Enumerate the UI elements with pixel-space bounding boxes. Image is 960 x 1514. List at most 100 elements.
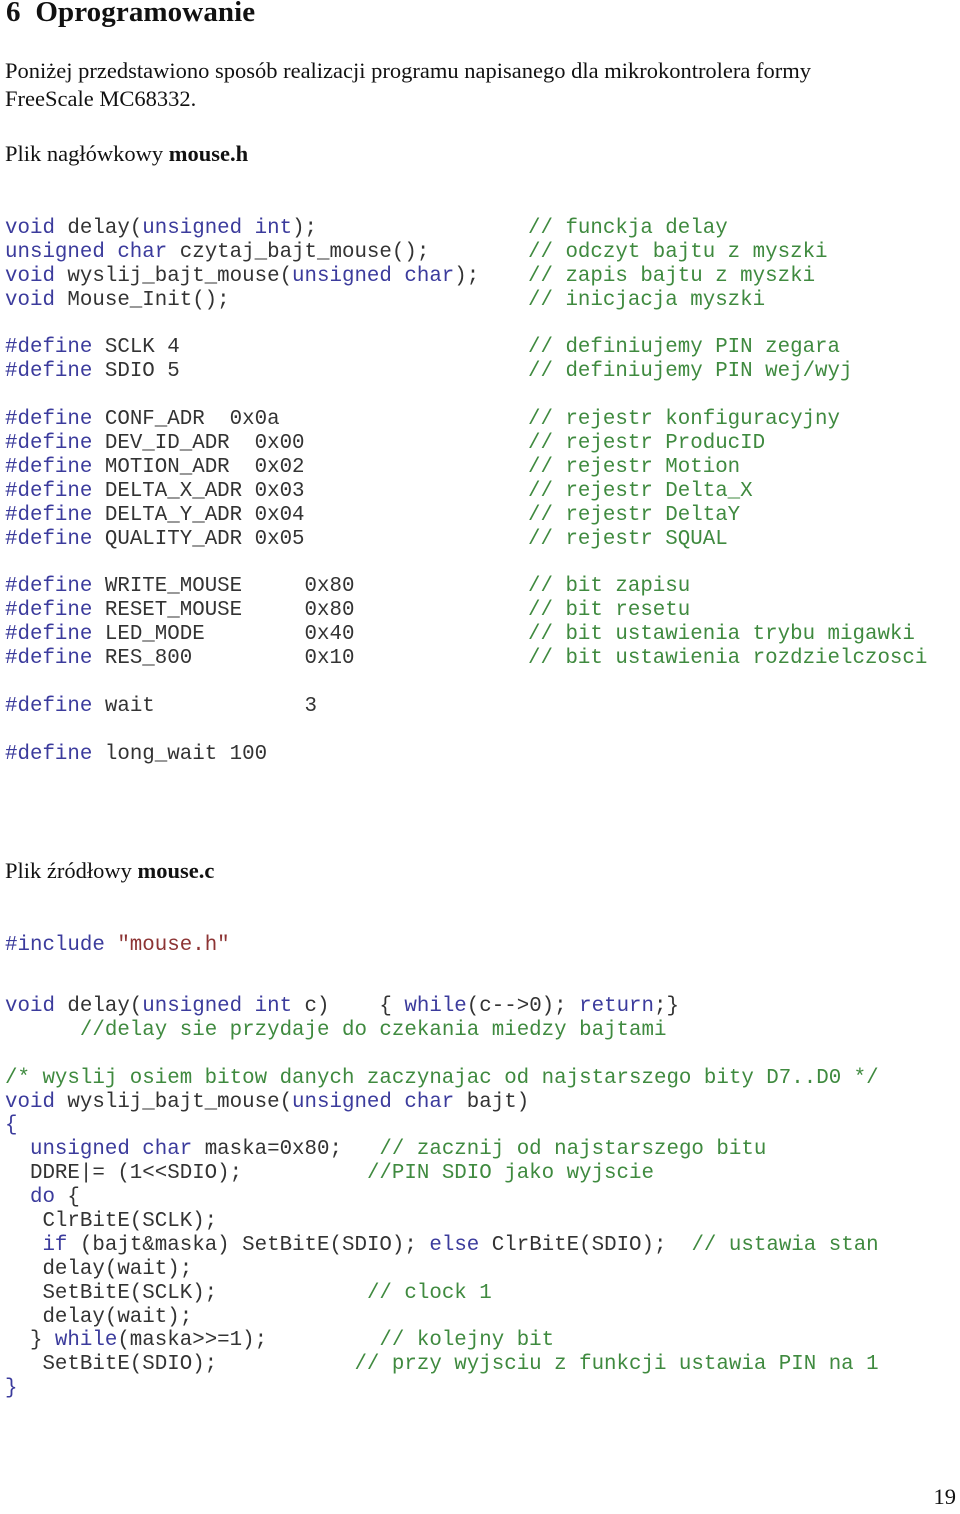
code-line: #define DELTA_Y_ADR 0x04 // rejestr Delta… <box>5 503 740 528</box>
code-comment: // rejestr Motion <box>528 455 741 479</box>
code-keyword: #define <box>5 503 93 527</box>
code-text: ); <box>454 264 480 288</box>
code-keyword: void <box>5 995 55 1018</box>
code-text: ClrBitE(SDIO); <box>479 1233 692 1257</box>
code-keyword: unsigned char <box>292 1090 455 1114</box>
code-comment: // zacznij od najstarszego bitu <box>379 1138 767 1162</box>
code-text: DEV_ID_ADR 0x00 <box>92 432 305 456</box>
source-file-name: mouse.c <box>137 858 215 883</box>
code-comment: // bit zapisu <box>528 575 691 599</box>
code-line: #define LED_MODE 0x40 // bit ustawienia t… <box>5 623 915 647</box>
code-keyword: #define <box>5 360 93 384</box>
code-line: #define long_wait 100 <box>5 743 479 767</box>
code-text: czytaj_bajt_mouse(); <box>167 240 430 264</box>
code-keyword: if <box>42 1233 68 1257</box>
code-comment: // zapis bajtu z myszki <box>528 264 816 288</box>
code-text: c) { <box>292 995 405 1018</box>
code-line: unsigned char czytaj_bajt_mouse(); // odc… <box>5 240 828 265</box>
code-text: delay( <box>54 217 143 240</box>
code-text: wait 3 <box>92 694 318 718</box>
code-line: #define DEV_ID_ADR 0x00 // rejestr Produc… <box>5 432 765 456</box>
code-comment: // bit ustawienia trybu migawki <box>528 623 915 647</box>
code-line: #define CONF_ADR 0x0a // rejestr konfigur… <box>5 408 840 432</box>
code-comment: // bit resetu <box>528 599 691 623</box>
code-line: void delay(unsigned int); // funckja dela… <box>5 217 728 241</box>
code-text: LED_MODE 0x40 <box>92 623 355 647</box>
code-comment: /* wyslij osiem bitow danych zaczynajac … <box>5 1066 879 1090</box>
code-line: #define QUALITY_ADR 0x05 // rejestr SQUAL <box>5 527 728 552</box>
code-line: do { <box>5 1186 879 1210</box>
code-line: if (bajt&maska) SetBitE(SDIO); else ClrB… <box>5 1233 879 1258</box>
code-line: } <box>5 1377 879 1401</box>
code-text: { <box>54 1186 80 1210</box>
code-comment: // rejestr DeltaY <box>528 503 741 527</box>
code-comment: // przy wyjsciu z funkcji ustawia PIN na… <box>354 1353 879 1377</box>
code-keyword: unsigned char <box>5 240 168 264</box>
code-line: #include "mouse.h" <box>5 934 230 958</box>
code-string: "mouse.h" <box>117 934 230 957</box>
code-text: ); <box>292 217 318 240</box>
code-text: wyslij_bajt_mouse( <box>54 1090 293 1114</box>
code-keyword: do <box>29 1186 55 1210</box>
code-text: ClrBitE(SCLK); <box>5 1210 218 1234</box>
code-keyword: while <box>404 995 467 1018</box>
section-number: 6 <box>6 0 21 28</box>
code-comment: // clock 1 <box>366 1281 492 1305</box>
code-keyword: return <box>579 995 655 1018</box>
code-text: delay( <box>54 995 143 1018</box>
code-text: MOTION_ADR 0x02 <box>92 455 305 479</box>
code-keyword: while <box>54 1329 118 1353</box>
code-text: RESET_MOUSE 0x80 <box>92 599 355 623</box>
page-number: 19 <box>933 1484 957 1509</box>
code-comment: // inicjacja myszki <box>528 288 766 312</box>
code-line: #define RESET_MOUSE 0x80 // bit resetu <box>5 599 690 623</box>
code-text: DELTA_Y_ADR 0x04 <box>92 503 305 527</box>
code-line: { <box>5 1114 879 1138</box>
code-text: SCLK 4 <box>92 336 180 360</box>
code-comment: // rejestr ProducID <box>528 432 766 456</box>
intro-line-2: FreeScale MC68332. <box>5 86 197 111</box>
code-comment: // definiujemy PIN wej/wyj <box>528 360 853 384</box>
source-file-label-text: Plik źródłowy <box>5 858 138 883</box>
code-line: SetBitE(SCLK); // clock 1 <box>5 1282 879 1306</box>
code-text: DDRE|= (1<<SDIO); <box>5 1162 367 1186</box>
code-text: (maska>>=1); <box>117 1329 380 1353</box>
code-keyword: void <box>5 217 55 240</box>
code-line: SetBitE(SDIO); // przy wyjsciu z funkcji… <box>5 1353 879 1377</box>
intro-line-1: Poniżej przedstawiono sposób realizacji … <box>5 58 812 83</box>
code-comment: // rejestr SQUAL <box>528 527 728 551</box>
code-keyword: #define <box>5 742 93 766</box>
code-text: SetBitE(SDIO); <box>5 1353 355 1377</box>
code-keyword: #define <box>5 599 93 623</box>
code-keyword: #define <box>5 336 93 360</box>
code-keyword: void <box>5 1090 55 1114</box>
code-keyword: unsigned char <box>292 264 455 288</box>
source-file-label: Plik źródłowy mouse.c <box>5 857 214 885</box>
code-comment: // rejestr konfiguracyjny <box>528 408 841 432</box>
code-comment: // ustawia stan <box>691 1233 879 1257</box>
code-keyword: #define <box>5 479 93 503</box>
code-keyword: else <box>429 1233 480 1257</box>
code-line: void delay(unsigned int c) { while(c-->0… <box>5 995 879 1019</box>
code-line: unsigned char maska=0x80; // zacznij od … <box>5 1138 879 1162</box>
code-keyword: #define <box>5 623 93 647</box>
code-text: } <box>5 1329 55 1353</box>
code-text: DELTA_X_ADR 0x03 <box>92 479 305 503</box>
header-file-name: mouse.h <box>168 141 249 166</box>
code-keyword: #define <box>5 575 93 599</box>
code-comment: // odczyt bajtu z myszki <box>528 240 828 264</box>
code-text: (c-->0); <box>466 995 580 1018</box>
code-comment: // definiujemy PIN zegara <box>528 336 841 360</box>
code-line: } while(maska>>=1); // kolejny bit <box>5 1329 879 1353</box>
code-keyword: #define <box>5 527 93 551</box>
code-comment: // bit ustawienia rozdzielczosci <box>528 647 928 671</box>
code-keyword: unsigned int <box>142 995 293 1018</box>
code-text: ;} <box>654 995 679 1018</box>
code-keyword: unsigned int <box>142 217 293 240</box>
